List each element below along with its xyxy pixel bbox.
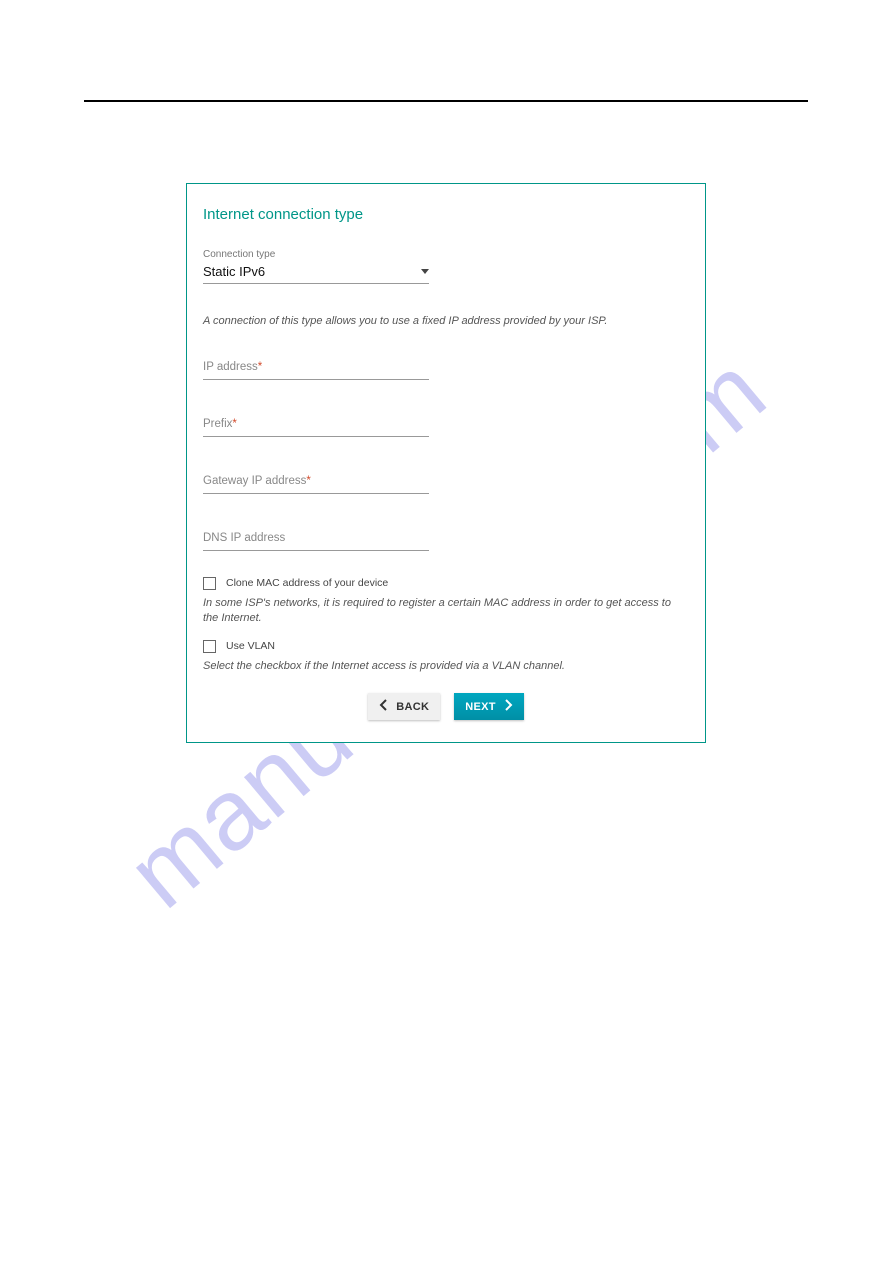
connection-type-select[interactable]: Static IPv6 bbox=[203, 262, 429, 284]
button-row: BACK NEXT bbox=[203, 693, 689, 720]
next-button[interactable]: NEXT bbox=[454, 693, 524, 720]
use-vlan-checkbox[interactable] bbox=[203, 640, 216, 653]
prefix-field[interactable]: Prefix* bbox=[203, 414, 429, 437]
clone-mac-row: Clone MAC address of your device bbox=[203, 577, 689, 590]
horizontal-rule bbox=[84, 100, 808, 102]
use-vlan-hint: Select the checkbox if the Internet acce… bbox=[203, 659, 689, 674]
connection-type-value: Static IPv6 bbox=[203, 264, 265, 279]
ip-address-label: IP address* bbox=[203, 361, 262, 373]
ip-address-field[interactable]: IP address* bbox=[203, 357, 429, 380]
connection-type-card: Internet connection type Connection type… bbox=[186, 183, 706, 743]
use-vlan-label: Use VLAN bbox=[226, 640, 275, 652]
next-button-label: NEXT bbox=[465, 701, 496, 713]
card-title: Internet connection type bbox=[203, 206, 689, 223]
back-button-label: BACK bbox=[396, 701, 429, 713]
use-vlan-row: Use VLAN bbox=[203, 640, 689, 653]
chevron-right-icon bbox=[504, 699, 513, 714]
document-page: manualshive.com Internet connection type… bbox=[0, 0, 893, 1263]
back-button[interactable]: BACK bbox=[368, 693, 440, 720]
dns-field[interactable]: DNS IP address bbox=[203, 528, 429, 551]
chevron-down-icon bbox=[421, 269, 429, 274]
clone-mac-label: Clone MAC address of your device bbox=[226, 577, 388, 589]
gateway-field[interactable]: Gateway IP address* bbox=[203, 471, 429, 494]
dns-label: DNS IP address bbox=[203, 532, 285, 544]
chevron-left-icon bbox=[379, 699, 388, 714]
gateway-label: Gateway IP address* bbox=[203, 475, 311, 487]
connection-description: A connection of this type allows you to … bbox=[203, 314, 689, 329]
prefix-label: Prefix* bbox=[203, 418, 237, 430]
clone-mac-checkbox[interactable] bbox=[203, 577, 216, 590]
connection-type-label: Connection type bbox=[203, 249, 689, 260]
clone-mac-hint: In some ISP's networks, it is required t… bbox=[203, 596, 689, 626]
